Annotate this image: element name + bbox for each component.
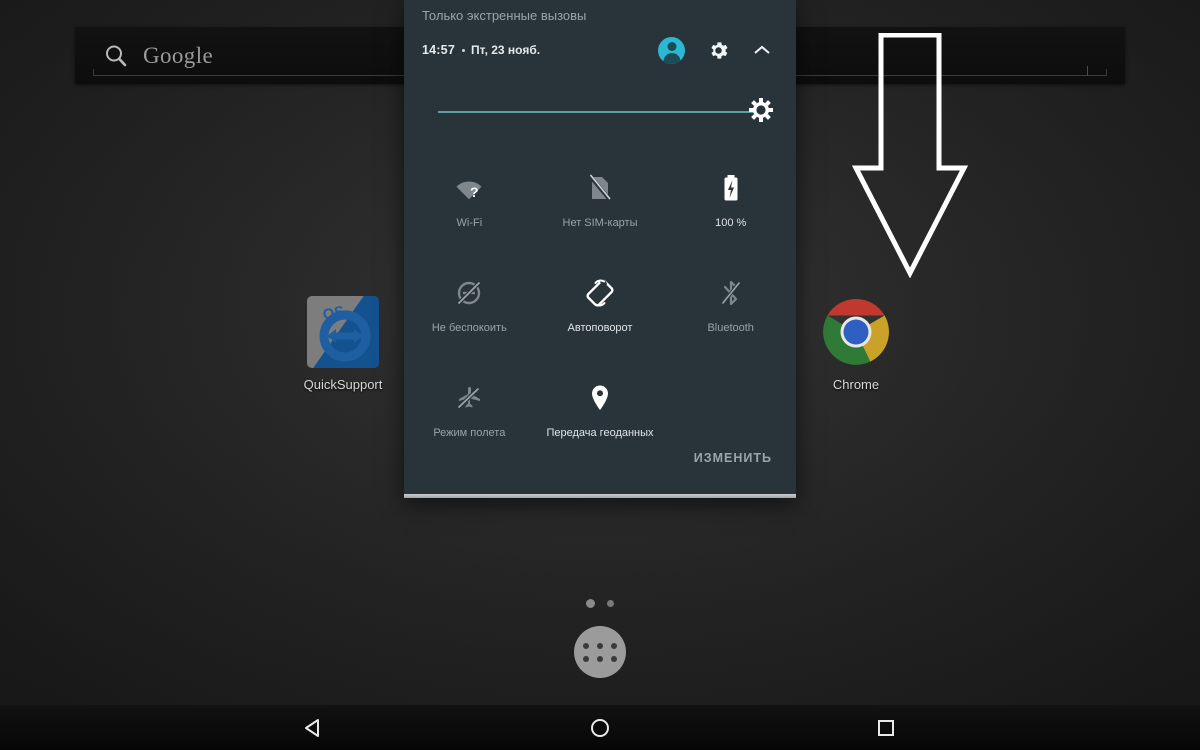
tile-auto-rotate[interactable]: Автоповорот <box>535 265 666 370</box>
home-button[interactable] <box>583 711 617 745</box>
status-clock: 14:57 <box>422 43 455 57</box>
android-navigation-bar <box>0 705 1200 750</box>
tile-wifi[interactable]: ? Wi-Fi <box>404 160 535 265</box>
tile-label: Передача геоданных <box>546 427 654 439</box>
search-cursor-tick <box>1087 66 1088 76</box>
bluetooth-icon <box>716 278 746 308</box>
tile-label: Wi-Fi <box>456 217 483 229</box>
location-icon <box>585 383 615 413</box>
tile-battery[interactable]: 100 % <box>665 160 796 265</box>
emergency-calls-label: Только экстренные вызовы <box>422 8 587 23</box>
drawer-dot <box>611 655 617 662</box>
android-screen: Google QS QuickSupport Chrome Только экс… <box>0 0 1200 750</box>
clock-date-separator <box>461 48 465 52</box>
recents-square-icon <box>878 719 894 736</box>
tile-label: Режим полета <box>433 427 506 439</box>
search-icon <box>106 45 127 66</box>
chrome-icon <box>820 296 892 368</box>
quicksupport-icon: QS <box>307 296 379 368</box>
tile-label: Не беспокоить <box>431 322 507 334</box>
edit-tiles-button[interactable]: ИЗМЕНИТЬ <box>694 451 772 465</box>
user-avatar[interactable] <box>658 36 685 64</box>
airplane-mode-icon <box>454 383 484 413</box>
home-circle-icon <box>591 718 609 737</box>
quick-settings-panel[interactable]: Только экстренные вызовы 14:57 Пт, 23 но… <box>404 0 796 498</box>
gear-icon[interactable] <box>707 39 730 62</box>
quick-settings-tiles: ? Wi-Fi Нет SIM-карты 100 % Не беспокоит… <box>404 160 796 475</box>
app-icon-chrome[interactable]: Chrome <box>796 296 916 392</box>
tile-sim[interactable]: Нет SIM-карты <box>535 160 666 265</box>
app-label: Chrome <box>832 377 880 392</box>
back-button[interactable] <box>297 711 331 745</box>
status-date: Пт, 23 нояб. <box>470 43 541 57</box>
down-arrow-annotation <box>851 33 969 278</box>
page-dot-active[interactable] <box>586 599 595 608</box>
app-label: QuickSupport <box>303 377 383 392</box>
back-triangle-icon <box>305 718 319 737</box>
tile-row: Не беспокоить Автоповорот Bluetooth <box>404 265 796 370</box>
app-drawer-button[interactable] <box>574 626 626 678</box>
tile-airplane-mode[interactable]: Режим полета <box>404 370 535 475</box>
recents-button[interactable] <box>869 711 903 745</box>
wifi-question-icon: ? <box>454 173 484 203</box>
header-actions <box>658 36 772 64</box>
svg-text:QS: QS <box>321 303 346 324</box>
page-indicator <box>0 599 1200 608</box>
brightness-track <box>438 111 756 113</box>
tile-bluetooth[interactable]: Bluetooth <box>665 265 796 370</box>
brightness-slider[interactable] <box>438 98 774 122</box>
drawer-dot <box>583 642 589 649</box>
auto-rotate-icon <box>585 278 615 308</box>
panel-drag-handle[interactable] <box>404 494 796 498</box>
brightness-icon[interactable] <box>748 97 774 123</box>
page-dot[interactable] <box>607 600 614 607</box>
tile-label: Автоповорот <box>567 322 633 334</box>
quick-settings-header: 14:57 Пт, 23 нояб. <box>404 36 796 64</box>
do-not-disturb-icon <box>454 278 484 308</box>
tile-do-not-disturb[interactable]: Не беспокоить <box>404 265 535 370</box>
sim-none-icon <box>585 173 615 203</box>
search-placeholder-label: Google <box>143 42 214 68</box>
battery-charging-icon <box>716 173 746 203</box>
tile-label: 100 % <box>715 217 747 229</box>
drawer-dot <box>597 655 603 662</box>
drawer-dot <box>597 642 603 649</box>
tile-row: ? Wi-Fi Нет SIM-карты 100 % <box>404 160 796 265</box>
app-icon-quicksupport[interactable]: QS QuickSupport <box>283 296 403 392</box>
svg-text:?: ? <box>470 184 479 200</box>
tile-location[interactable]: Передача геоданных <box>535 370 666 475</box>
chevron-up-icon[interactable] <box>752 43 772 57</box>
tile-label: Bluetooth <box>707 322 754 334</box>
drawer-dot <box>611 642 617 649</box>
drawer-dot <box>583 655 589 662</box>
tile-label: Нет SIM-карты <box>562 217 638 229</box>
